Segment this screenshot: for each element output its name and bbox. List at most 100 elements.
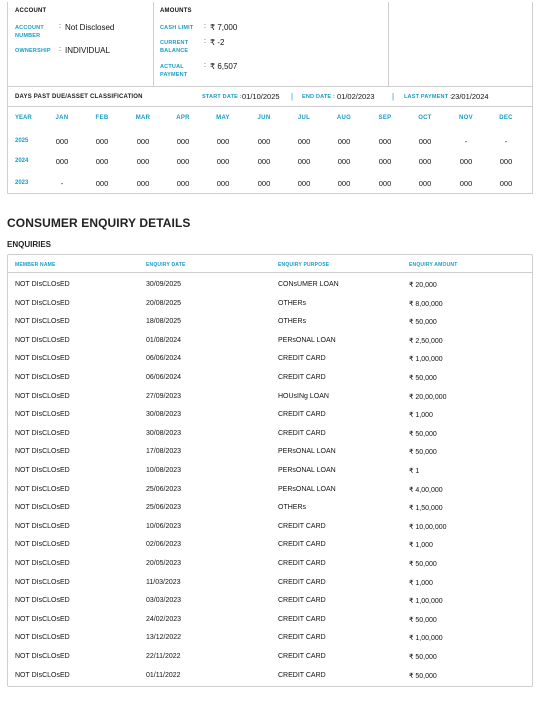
enquiry-date-cell: 06/06/2024 <box>146 374 182 381</box>
dpd-cell: 000 <box>418 137 432 146</box>
enquiry-amount-cell: ₹ 1,00,000 <box>409 356 443 364</box>
enquiry-amount-cell: ₹ 1 <box>409 468 420 475</box>
member-name-cell: NOT DIsCLOsED <box>15 485 70 493</box>
member-name-cell: NOT DIsCLOsED <box>15 560 70 567</box>
enquiry-amount-cell: ₹ 2,50,000 <box>409 337 443 345</box>
enquiry-purpose-cell: PERsONAL LOAN <box>278 448 336 456</box>
account-amounts-panel: ACCOUNT ACCOUNT NUMBER : Not Disclosed O… <box>8 2 532 87</box>
member-name-cell: NOT DIsCLOsED <box>15 522 70 530</box>
dpd-cell: 000 <box>55 157 69 166</box>
enquiry-amount-cell: ₹ 8,00,000 <box>409 300 443 308</box>
cash-limit-value: ₹ 7,000 <box>210 23 238 32</box>
member-name-cell: NOT DIsCLOsED <box>15 411 70 419</box>
column-header-member-name: MEMBER NAME <box>15 262 56 268</box>
dpd-cell: 000 <box>95 157 109 166</box>
enquiry-amount-cell: ₹ 1,000 <box>409 579 433 587</box>
cash-limit-label: CASH LIMIT <box>160 25 194 31</box>
account-section-title: ACCOUNT <box>15 8 47 14</box>
enquiry-purpose-cell: CREDIT CARD <box>278 411 326 419</box>
dpd-cell: 000 <box>459 157 473 166</box>
dpd-month-header: SEP <box>378 115 392 121</box>
enquiry-purpose-cell: CREDIT CARD <box>278 653 326 660</box>
enquiry-date-cell: 22/11/2022 <box>146 653 181 660</box>
member-name-cell: NOT DIsCLOsED <box>15 615 70 623</box>
enquiry-amount-cell: ₹ 50,000 <box>409 616 437 624</box>
enquiry-date-cell: 13/12/2022 <box>146 634 182 642</box>
enquiry-amount-cell: ₹ 1,00,000 <box>409 598 443 606</box>
dpd-month-header: JUN <box>257 115 271 121</box>
enquiry-purpose-cell: OTHERs <box>278 299 306 307</box>
enquiry-date-cell: 30/08/2023 <box>146 411 182 419</box>
dpd-cell: 000 <box>337 157 351 166</box>
enquiry-amount-cell: ₹ 50,000 <box>409 449 437 457</box>
enquiry-purpose-cell: CREDIT CARD <box>278 429 326 437</box>
enquiry-purpose-cell: CREDIT CARD <box>278 355 326 363</box>
member-name-cell: NOT DIsCLOsED <box>15 374 70 381</box>
member-name-cell: NOT DIsCLOsED <box>15 448 70 456</box>
dpd-cell: 000 <box>257 137 271 146</box>
dpd-cell: 000 <box>337 137 351 146</box>
last-payment-value: 23/01/2024 <box>451 92 489 101</box>
enquiry-date-cell: 24/02/2023 <box>146 615 182 623</box>
enquiry-purpose-cell: CREDIT CARD <box>278 634 326 642</box>
enquiry-amount-cell: ₹ 1,000 <box>409 542 433 550</box>
enquiry-purpose-cell: CREDIT CARD <box>278 522 326 530</box>
dpd-cell: 000 <box>459 179 473 188</box>
enquiry-purpose-cell: PERsONAL LOAN <box>278 485 336 493</box>
enquiry-amount-cell: ₹ 50,000 <box>409 430 437 438</box>
dpd-cell: 000 <box>378 137 392 146</box>
dpd-cell: 000 <box>378 179 392 188</box>
enquiry-amount-cell: ₹ 20,00,000 <box>409 393 447 401</box>
enquiry-date-cell: 01/11/2022 <box>146 671 181 679</box>
enquiry-table-header: MEMBER NAME ENQUIRY DATE ENQUIRY PURPOSE… <box>8 255 532 273</box>
enquiry-purpose-cell: CONsUMER LOAN <box>278 281 339 288</box>
dpd-year-label: 2023 <box>15 180 29 186</box>
enquiry-date-cell: 17/08/2023 <box>146 448 182 456</box>
enquiry-date-cell: 20/08/2025 <box>146 299 182 307</box>
dpd-cell: 000 <box>55 137 69 146</box>
dpd-cell: 000 <box>216 137 230 146</box>
enquiry-amount-cell: ₹ 50,000 <box>409 375 437 382</box>
member-name-cell: NOT DIsCLOsED <box>15 634 70 642</box>
member-name-cell: NOT DIsCLOsED <box>15 597 70 605</box>
enquiry-purpose-cell: CREDIT CARD <box>278 541 326 549</box>
dpd-year-header: YEAR <box>15 115 32 121</box>
column-header-enquiry-amount: ENQUIRY AMOUNT <box>409 262 458 268</box>
column-divider <box>388 2 389 87</box>
dpd-month-header: OCT <box>418 115 432 121</box>
member-name-cell: NOT DIsCLOsED <box>15 299 70 307</box>
enquiry-amount-cell: ₹ 50,000 <box>409 561 437 568</box>
actual-payment-label: ACTUAL PAYMENT <box>160 64 188 78</box>
dpd-header-bar: DAYS PAST DUE/ASSET CLASSIFICATION START… <box>8 87 532 107</box>
enquiry-amount-cell: ₹ 20,000 <box>409 282 437 289</box>
dpd-month-header: FEB <box>95 115 109 121</box>
dpd-year-label: 2024 <box>15 158 29 164</box>
enquiry-amount-cell: ₹ 10,00,000 <box>409 523 447 531</box>
dpd-cell: 000 <box>378 157 392 166</box>
enquiry-amount-cell: ₹ 50,000 <box>409 319 437 327</box>
enquiry-date-cell: 18/08/2025 <box>146 318 182 326</box>
actual-payment-value: ₹ 6,507 <box>210 62 238 71</box>
dpd-month-header: DEC <box>499 115 513 121</box>
dpd-cell: 000 <box>418 157 432 166</box>
dpd-month-header: NOV <box>459 115 473 121</box>
dpd-month-header: AUG <box>336 115 352 121</box>
member-name-cell: NOT DIsCLOsED <box>15 281 70 288</box>
dpd-cell: 000 <box>176 137 190 146</box>
dpd-month-header: JUL <box>297 115 311 121</box>
enquiry-table: MEMBER NAME ENQUIRY DATE ENQUIRY PURPOSE… <box>7 254 533 687</box>
dpd-cell: 000 <box>499 157 513 166</box>
dpd-cell: 000 <box>176 157 190 166</box>
dpd-month-header: APR <box>176 115 190 121</box>
enquiry-amount-cell: ₹ 50,000 <box>409 672 437 680</box>
colon: : <box>204 23 206 30</box>
separator: | <box>392 92 395 101</box>
enquiry-date-cell: 25/06/2023 <box>146 504 182 512</box>
dpd-cell: 000 <box>216 157 230 166</box>
dpd-cell: 000 <box>95 179 109 188</box>
colon: : <box>59 23 61 30</box>
enquiry-date-cell: 27/09/2023 <box>146 392 182 400</box>
colon: : <box>204 38 206 45</box>
current-balance-label: CURRENT BALANCE <box>160 40 189 54</box>
member-name-cell: NOT DIsCLOsED <box>15 318 70 326</box>
